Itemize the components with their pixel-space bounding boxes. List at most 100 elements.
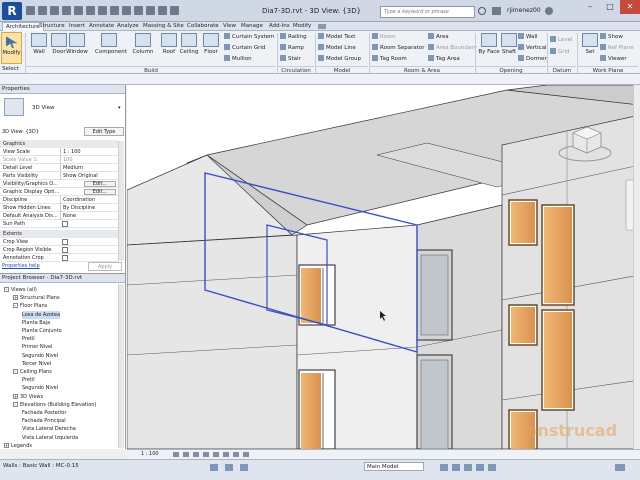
sun-path-icon[interactable] — [193, 452, 199, 457]
browser-tree-item[interactable]: Primer Nivel — [22, 343, 53, 351]
measure-icon[interactable] — [86, 6, 95, 15]
property-value[interactable]: 1 : 100 — [60, 148, 117, 156]
expand-icon[interactable]: + — [13, 295, 18, 301]
instance-filter[interactable]: 3D View: {3D} — [2, 129, 39, 135]
shaft-button[interactable]: Shaft — [498, 33, 520, 61]
dormer-button[interactable]: Dormer — [518, 55, 547, 64]
vertical-opening-button[interactable]: Vertical — [518, 44, 547, 53]
model-group-button[interactable]: Model Group — [318, 55, 361, 64]
browser-tree-item[interactable]: + Legends — [4, 442, 32, 450]
worksets-icon[interactable] — [210, 464, 218, 471]
filter-icon[interactable] — [615, 464, 625, 471]
annotation-crop-checkbox[interactable] — [62, 255, 68, 261]
help-icon[interactable] — [545, 7, 553, 15]
curtain-system-button[interactable]: Curtain System — [224, 33, 274, 42]
design-options-icon[interactable] — [225, 464, 233, 471]
component-button[interactable]: Component — [95, 33, 127, 61]
open-icon[interactable] — [26, 6, 35, 15]
room-button[interactable]: Room — [372, 33, 396, 42]
save-icon[interactable] — [38, 6, 47, 15]
property-row[interactable]: Parts Visibility Show Original — [0, 172, 118, 180]
browser-tree-item[interactable]: Segundo Nivel — [22, 384, 58, 392]
application-menu-button[interactable]: R — [2, 2, 22, 20]
crop-region-visible-checkbox[interactable] — [62, 247, 68, 253]
viewport-scrollbar[interactable] — [633, 85, 640, 449]
property-value[interactable]: None — [60, 212, 117, 220]
apply-button[interactable]: Apply — [88, 262, 122, 271]
tag-room-button[interactable]: Tag Room — [372, 55, 407, 64]
crop-view-icon[interactable] — [213, 452, 219, 457]
browser-tree-item[interactable]: Fachada Posterior — [22, 409, 66, 417]
editable-only-icon[interactable] — [240, 464, 248, 471]
select-dropdown[interactable]: Select — [2, 66, 19, 72]
tab-analyze[interactable]: Analyze — [114, 22, 142, 31]
tab-manage[interactable]: Manage — [238, 22, 266, 31]
tag-area-button[interactable]: Tag Area — [428, 55, 460, 64]
properties-help-link[interactable]: Properties help — [2, 263, 40, 269]
browser-scrollbar[interactable] — [118, 284, 124, 448]
drag-elements-icon[interactable] — [488, 464, 496, 471]
close-hidden-windows-icon[interactable] — [158, 6, 167, 15]
ref-plane-button[interactable]: Ref Plane — [600, 44, 634, 53]
property-row[interactable]: Default Analysis Dis... None — [0, 212, 118, 220]
search-input[interactable]: Type a keyword or phrase — [380, 6, 475, 18]
browser-tree-item[interactable]: + Structural Plans — [13, 294, 60, 302]
graphics-section[interactable]: Graphics — [0, 140, 118, 148]
browser-tree-item[interactable]: Pretil — [22, 376, 35, 384]
type-selector-dropdown-icon[interactable]: ▾ — [118, 105, 121, 111]
detail-level-icon[interactable] — [173, 452, 179, 457]
ribbon-minimize-icon[interactable] — [318, 24, 326, 29]
tab-view[interactable]: View — [220, 22, 239, 31]
tab-annotate[interactable]: Annotate — [86, 22, 117, 31]
browser-tree-item[interactable]: - Elevations (Building Elevation) — [13, 401, 96, 409]
browser-tree-item[interactable]: - Ceiling Plans — [13, 368, 52, 376]
model-line-button[interactable]: Model Line — [318, 44, 356, 53]
close-button[interactable]: ✕ — [620, 0, 640, 14]
properties-scrollbar[interactable] — [118, 141, 124, 261]
active-workset-dropdown[interactable]: Main Model — [364, 462, 424, 471]
area-boundary-button[interactable]: Area Boundary — [428, 44, 477, 53]
grid-button[interactable]: Grid — [550, 48, 570, 57]
browser-tree-item[interactable]: - Floor Plans — [13, 302, 47, 310]
expand-icon[interactable]: + — [4, 442, 9, 448]
property-value[interactable]: Show Original — [60, 172, 117, 180]
type-selector[interactable]: 3D View — [32, 105, 55, 111]
collapse-icon[interactable]: - — [13, 303, 18, 309]
property-value[interactable]: By Discipline — [60, 204, 117, 212]
browser-tree-item[interactable]: Tercer Nivel — [22, 360, 51, 368]
shadows-icon[interactable] — [203, 452, 209, 457]
tab-collaborate[interactable]: Collaborate — [184, 22, 222, 31]
wall-opening-button[interactable]: Wall — [518, 33, 538, 42]
temporary-hide-icon[interactable] — [243, 452, 249, 457]
visual-style-icon[interactable] — [183, 452, 189, 457]
tab-add-ins[interactable]: Add-Ins — [266, 22, 293, 31]
redo-icon[interactable] — [62, 6, 71, 15]
user-name[interactable]: rjimenez00 — [507, 7, 541, 14]
sun-path-checkbox[interactable] — [62, 221, 68, 227]
modify-button[interactable]: Modify — [1, 32, 22, 64]
viewer-button[interactable]: Viewer — [600, 55, 627, 64]
property-row[interactable]: Annotation Crop — [0, 254, 118, 262]
minimize-button[interactable]: – — [580, 0, 600, 14]
property-row[interactable]: Crop Region Visible — [0, 246, 118, 254]
wall-button[interactable]: Wall — [28, 33, 50, 61]
floor-button[interactable]: Floor — [200, 33, 222, 61]
property-value[interactable]: Coordination — [60, 196, 117, 204]
ramp-button[interactable]: Ramp — [280, 44, 304, 53]
text-icon[interactable] — [110, 6, 119, 15]
maximize-button[interactable]: □ — [600, 0, 620, 14]
browser-tree-item[interactable]: Planta Baja — [22, 319, 50, 327]
select-by-face-icon[interactable] — [476, 464, 484, 471]
column-button[interactable]: Column — [132, 33, 154, 61]
building-model[interactable] — [127, 85, 640, 449]
roof-button[interactable]: Roof — [158, 33, 180, 61]
stair-button[interactable]: Stair — [280, 55, 301, 64]
3d-viewport[interactable]: construcad — [127, 85, 640, 449]
expand-icon[interactable]: + — [13, 393, 18, 399]
browser-tree-item[interactable]: Planta Conjunto — [22, 327, 62, 335]
window-button[interactable]: Window — [66, 33, 88, 61]
property-row[interactable]: Detail Level Medium — [0, 164, 118, 172]
railing-button[interactable]: Railing — [280, 33, 307, 42]
visibility-graphics-edit-button[interactable]: Edit... — [84, 181, 116, 187]
room-separator-button[interactable]: Room Separator — [372, 44, 425, 53]
